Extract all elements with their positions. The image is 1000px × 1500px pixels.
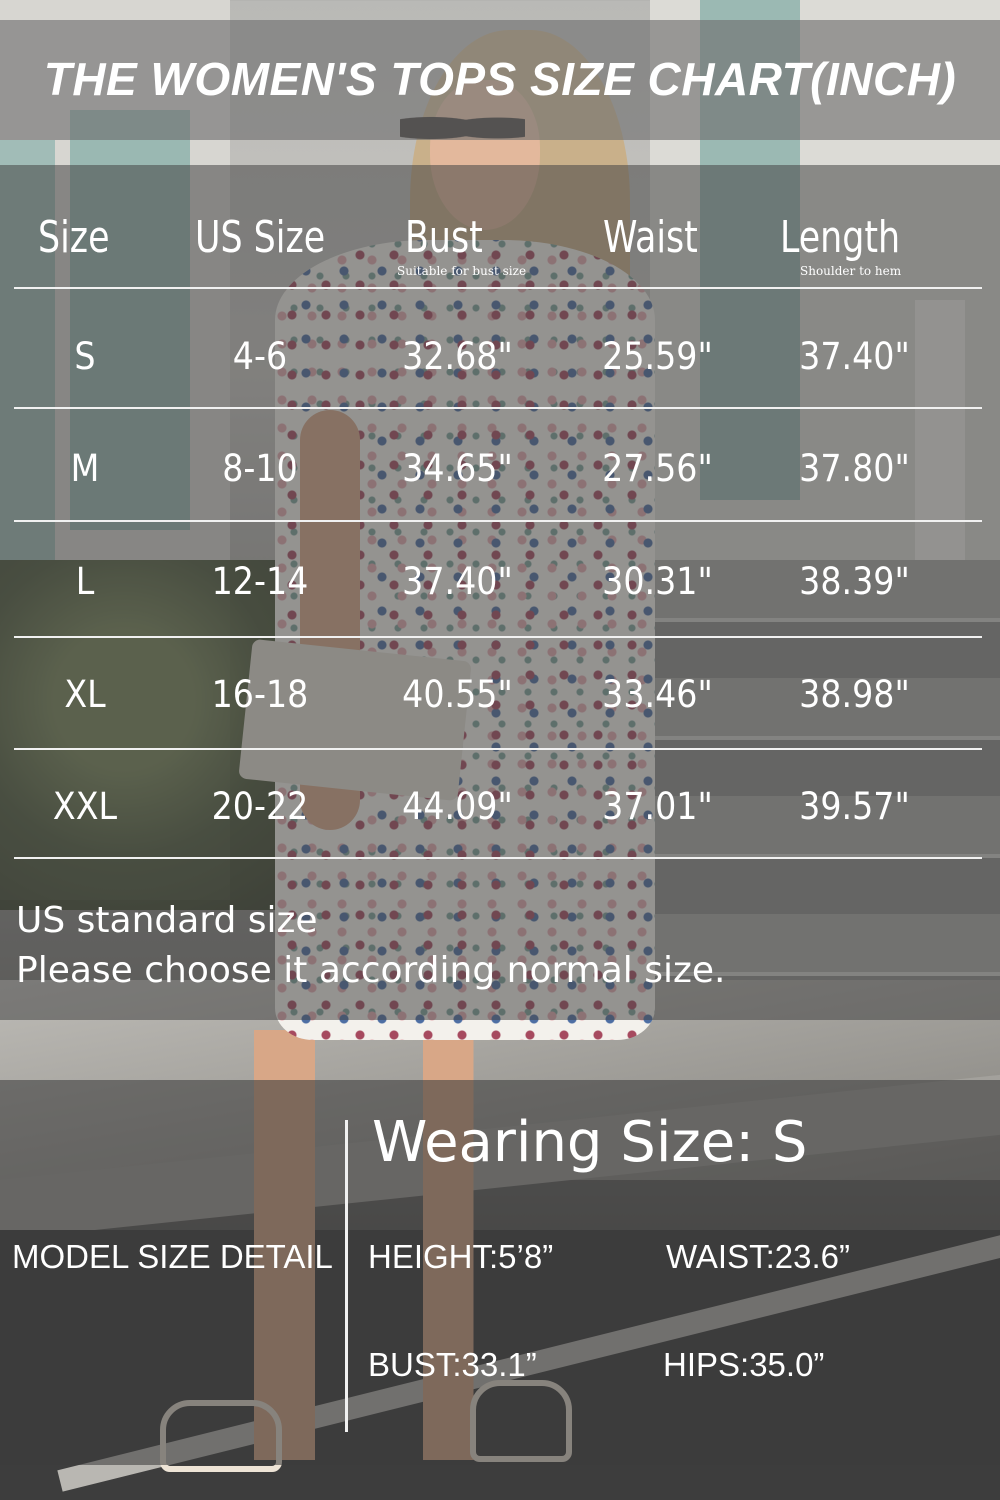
header-length: Length — [780, 212, 901, 263]
table-divider — [14, 636, 982, 638]
wearing-size: Wearing Size: S — [372, 1110, 808, 1175]
model-size-heading: MODEL SIZE DETAIL — [12, 1238, 333, 1275]
table-cell: 34.65" — [402, 447, 513, 490]
header-bust-note: Suitable for bust size — [397, 264, 527, 278]
table-cell: M — [70, 447, 100, 490]
table-divider — [14, 748, 982, 750]
model-height: HEIGHT:5’8” — [368, 1238, 554, 1275]
header-size: Size — [38, 212, 110, 263]
page-title: THE WOMEN'S TOPS SIZE CHART(INCH) — [43, 53, 957, 105]
table-cell: 27.56" — [602, 447, 713, 490]
table-cell: 12-14 — [211, 560, 309, 603]
header-length-note: Shoulder to hem — [800, 264, 902, 278]
table-cell: S — [74, 335, 96, 378]
table-cell: 32.68" — [402, 335, 513, 378]
header-us-size: US Size — [195, 212, 326, 263]
table-cell: 37.40" — [799, 335, 910, 378]
table-cell: 37.80" — [799, 447, 910, 490]
model-hips: HIPS:35.0” — [663, 1346, 825, 1383]
table-cell: 40.55" — [402, 673, 513, 716]
table-cell: 8-10 — [222, 447, 298, 490]
table-cell: 44.09" — [402, 785, 513, 828]
table-cell: 38.39" — [799, 560, 910, 603]
table-cell: 33.46" — [602, 673, 713, 716]
table-cell: 30.31" — [602, 560, 713, 603]
table-cell: 37.01" — [602, 785, 713, 828]
table-divider — [14, 857, 982, 859]
header-bust: Bust — [405, 212, 483, 263]
size-note-line-1: US standard size — [16, 900, 318, 941]
table-divider — [14, 520, 982, 522]
table-cell: 20-22 — [211, 785, 309, 828]
table-cell: 38.98" — [799, 673, 910, 716]
model-bust: BUST:33.1” — [368, 1346, 537, 1383]
table-cell: L — [75, 560, 95, 603]
table-cell: 4-6 — [232, 335, 288, 378]
model-waist: WAIST:23.6” — [666, 1238, 850, 1275]
table-cell: 39.57" — [799, 785, 910, 828]
table-cell: XL — [64, 673, 106, 716]
table-cell: 37.40" — [402, 560, 513, 603]
table-cell: XXL — [52, 785, 118, 828]
table-cell: 25.59" — [602, 335, 713, 378]
model-detail-divider — [345, 1120, 348, 1432]
size-note-line-2: Please choose it according normal size. — [16, 950, 726, 991]
table-cell: 16-18 — [211, 673, 309, 716]
table-divider — [14, 407, 982, 409]
table-divider — [14, 287, 982, 289]
header-waist: Waist — [603, 212, 698, 263]
